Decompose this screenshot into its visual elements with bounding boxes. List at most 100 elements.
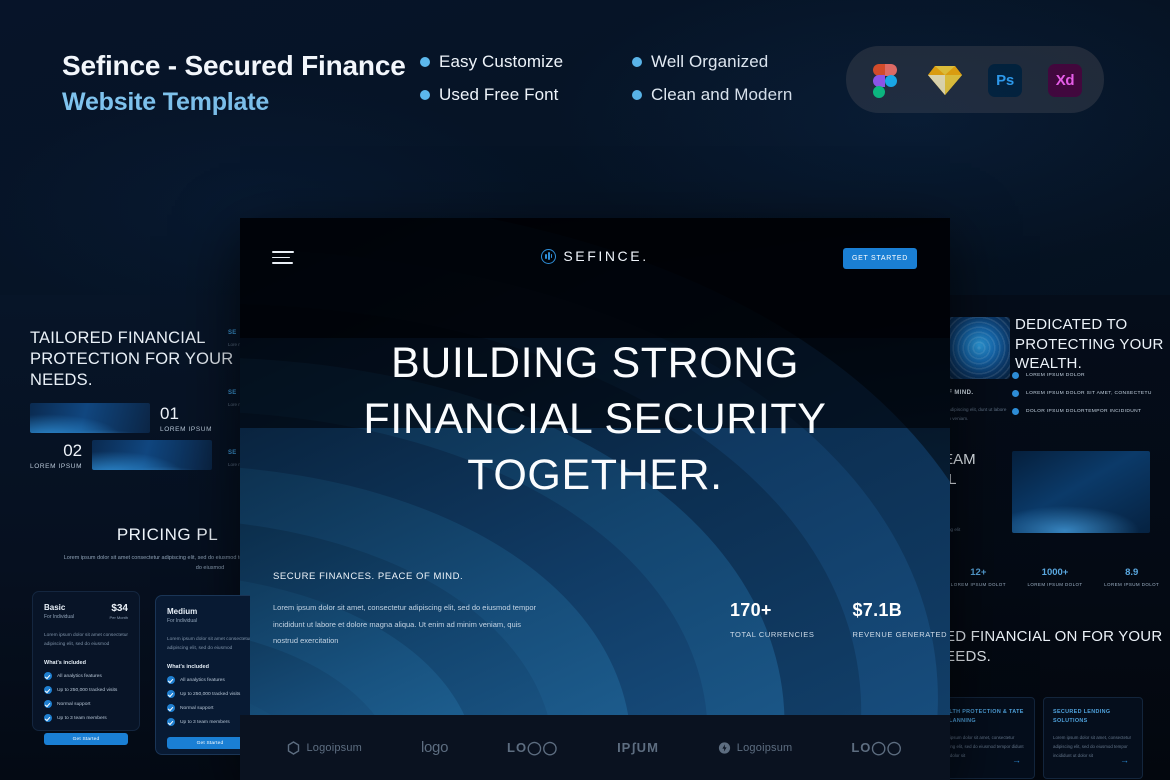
right-preview-page: DEDICATED TO PROTECTING YOUR WEALTH. CE …	[940, 295, 1170, 780]
bullet-item: LOREM IPSUM DOLOR SIT AMET, CONSECTETU	[1012, 390, 1152, 397]
included-label: What's included	[44, 660, 86, 667]
page-title: Sefince - Secured Finance	[62, 50, 406, 81]
feature-item-easy-customize: Easy Customize	[420, 52, 620, 72]
bullet-dot-icon	[1012, 408, 1019, 415]
pricing-section-subtitle: Lorem ipsum dolor sit amet consectetur a…	[63, 555, 250, 572]
feature-item-clean-and-modern: Clean and Modern	[632, 85, 792, 105]
arrow-right-icon[interactable]: →	[1120, 755, 1129, 765]
logo-looo-outline: LO◯◯	[507, 739, 559, 755]
item-caption: LOREM IPSUM	[30, 462, 83, 470]
item-caption: LOREM IPSUM	[160, 425, 213, 433]
photoshop-icon: Ps	[986, 61, 1024, 99]
app-compatibility-badge: Ps Xd	[846, 46, 1104, 113]
check-icon	[44, 714, 52, 723]
team-body: tur adipiscing elit	[940, 527, 961, 532]
thumbnail-image	[30, 403, 150, 433]
check-icon	[167, 718, 175, 727]
plan-feature: Up to 3 team members	[167, 718, 250, 727]
left-preview-page: TAILORED FINANCIAL PROTECTION FOR YOUR N…	[0, 295, 250, 780]
feature-list: Easy Customize Well Organized Used Free …	[420, 52, 792, 105]
partner-logo-strip: Logoipsum logo LO◯◯ IPʃUM Logoipsum LO◯◯	[240, 715, 950, 780]
right-stats-row: 12+ LOREM IPSUM DOLOT 1000+ LOREM IPSUM …	[940, 567, 1170, 587]
feature-item-used-free-font: Used Free Font	[420, 85, 620, 105]
hero-navbar: SEFINCE. GET STARTED	[240, 218, 950, 300]
plan-audience: For Individual	[167, 618, 198, 624]
hero-preview-card: SEFINCE. GET STARTED BUILDING STRONG FIN…	[240, 218, 950, 780]
adobe-xd-icon: Xd	[1046, 61, 1084, 99]
headline-line-3: TOGETHER.	[467, 450, 723, 499]
bullet-item: LOREM IPSUM DOLOR	[1012, 372, 1152, 379]
orb-graphic	[948, 317, 1010, 379]
check-icon	[167, 676, 175, 685]
feature-label: Clean and Modern	[651, 85, 793, 104]
plan-price: $34	[111, 603, 128, 614]
stat-item: 12+ LOREM IPSUM DOLOT	[950, 567, 1006, 587]
plan-description: Lorem ipsum dolor sit amet consectetur a…	[44, 633, 128, 648]
get-started-button[interactable]: GET STARTED	[843, 248, 917, 269]
plan-feature: Up to 250,000 tracked visits	[44, 686, 128, 695]
plan-feature: All analytics features	[167, 676, 250, 685]
check-icon	[44, 672, 52, 681]
bullet-dot-icon	[1012, 390, 1019, 397]
get-started-button[interactable]: Get Started	[167, 737, 250, 750]
plan-feature: Up to 250,000 tracked visits	[167, 690, 250, 699]
service-card-secured-lending[interactable]: SECURED LENDING SOLUTIONS Lorem ipsum do…	[1043, 697, 1143, 779]
bullet-dot-icon	[420, 57, 430, 67]
hero-headline: BUILDING STRONG FINANCIAL SECURITY TOGET…	[240, 336, 950, 504]
logo-logoipsum-bolt: Logoipsum	[718, 741, 793, 755]
check-icon	[44, 700, 52, 709]
plan-name: Medium	[167, 607, 198, 616]
numbered-item-01: 01 LOREM IPSUM	[30, 403, 212, 433]
pricing-section-title: PRICING PL	[116, 525, 219, 544]
bullet-dot-icon	[1012, 372, 1019, 379]
plan-name: Basic	[44, 603, 66, 612]
stat-item: 8.9 LOREM IPSUM DOLOT	[1104, 567, 1160, 587]
arrow-right-icon[interactable]: →	[1012, 755, 1021, 765]
plan-feature: Normal support	[44, 700, 128, 709]
included-label: What's included	[167, 664, 209, 671]
page-subtitle: Website Template	[62, 88, 270, 116]
get-started-button[interactable]: Get Started	[44, 733, 128, 746]
hexagon-icon	[288, 740, 300, 755]
service-card-wealth-protection[interactable]: ALTH PROTECTION & TATE PLANNING m ipsum …	[940, 697, 1035, 779]
item-number: 01	[160, 403, 179, 423]
figma-icon	[866, 61, 904, 99]
bullet-dot-icon	[420, 90, 430, 100]
pricing-card-medium[interactable]: Medium For Individual Lorem ipsum dolor …	[155, 595, 250, 755]
check-icon	[167, 704, 175, 713]
bolt-circle-icon	[718, 741, 730, 754]
plan-audience: For Individual	[44, 614, 75, 620]
feature-label: Used Free Font	[439, 85, 559, 104]
hero-stat-revenue: $7.1B REVENUE GENERATED	[852, 600, 948, 639]
bullet-dot-icon	[632, 90, 642, 100]
headline-line-1: BUILDING STRONG	[391, 339, 799, 387]
hero-tagline: SECURE FINANCES. PEACE OF MIND.	[273, 571, 464, 582]
stat-item: 1000+ LOREM IPSUM DOLOT	[1027, 567, 1083, 587]
logo-lowercase: logo	[420, 739, 449, 756]
hero-stats-row: 170+ TOTAL CURRENCIES $7.1B REVENUE GENE…	[730, 600, 947, 639]
item-number: 02	[63, 440, 83, 460]
feature-item-well-organized: Well Organized	[632, 52, 792, 72]
wave-banner-image	[1012, 451, 1150, 533]
bullet-item: DOLOR IPSUM DOLORTEMPOR INCIDIDUNT	[1012, 408, 1152, 415]
right-bullet-list: LOREM IPSUM DOLOR LOREM IPSUM DOLOR SIT …	[1012, 372, 1152, 426]
brand-name: SEFINCE.	[563, 248, 649, 264]
check-icon	[44, 686, 52, 695]
feature-label: Easy Customize	[439, 52, 564, 71]
right-page-heading: DEDICATED TO PROTECTING YOUR WEALTH.	[1015, 316, 1164, 372]
plan-description: Lorem ipsum dolor sit amet consectetur a…	[167, 637, 250, 652]
headline-line-2: FINANCIAL SECURITY	[363, 394, 827, 443]
plan-feature: Normal support	[167, 704, 250, 713]
peace-of-mind-body: nsectetur adipiscing elit, dunt ut labor…	[940, 407, 1007, 422]
plan-feature: All analytics features	[44, 672, 128, 681]
bottom-heading: RED FINANCIAL ON FOR YOUR NEEDS.	[940, 628, 1163, 666]
thumbnail-image	[92, 440, 213, 470]
logo-logoipsum-hex: Logoipsum	[287, 740, 362, 755]
plan-period: Per Month	[109, 615, 128, 620]
pricing-card-basic[interactable]: Basic For Individual $34 Per Month Lorem…	[32, 591, 140, 746]
feature-label: Well Organized	[651, 52, 769, 71]
check-icon	[167, 690, 175, 699]
hero-stat-currencies: 170+ TOTAL CURRENCIES	[730, 600, 815, 639]
logo-ipsum-slash: IPʃUM	[617, 740, 659, 755]
left-page-heading: TAILORED FINANCIAL PROTECTION FOR YOUR N…	[30, 329, 234, 390]
